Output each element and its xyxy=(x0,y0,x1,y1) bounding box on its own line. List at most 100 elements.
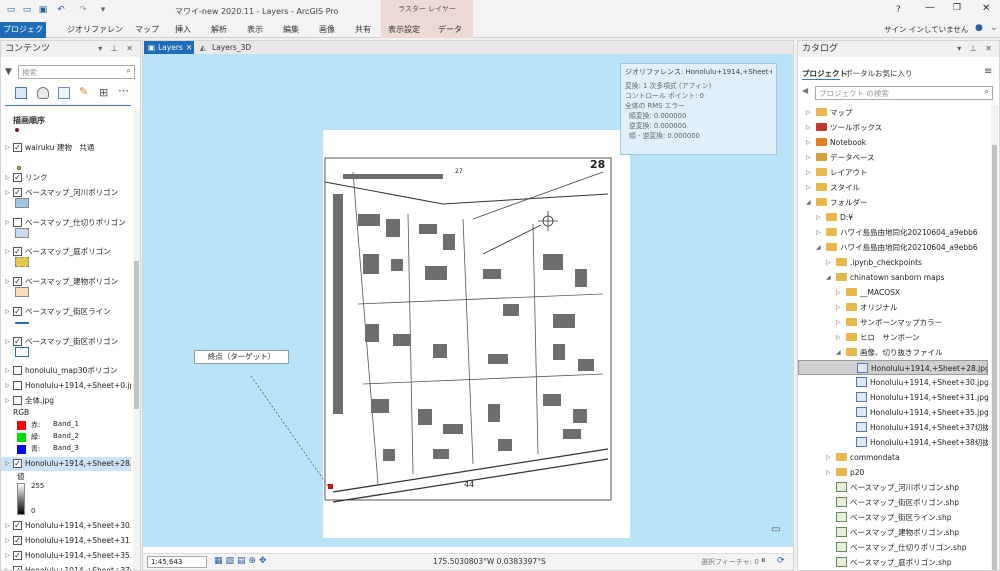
close-tab-icon[interactable]: ✕ xyxy=(186,41,192,54)
layer-visibility-checkbox[interactable] xyxy=(13,396,22,405)
catalog-scrollbar[interactable] xyxy=(991,105,998,570)
tab-imagery[interactable]: 画像 xyxy=(314,22,340,38)
layer-visibility-checkbox[interactable]: ✓ xyxy=(13,566,22,570)
expand-arrow-icon[interactable]: ▷ xyxy=(5,186,10,200)
layer-visibility-checkbox[interactable]: ✓ xyxy=(13,337,22,346)
catalog-item[interactable]: ◢ 画像、切り抜きファイル xyxy=(798,345,988,360)
layer-visibility-checkbox[interactable]: ✓ xyxy=(13,173,22,182)
catalog-search[interactable]: プロジェクト の検索 ⌕ xyxy=(815,86,993,100)
expand-arrow-icon[interactable]: ▷ xyxy=(826,450,831,465)
layer-visibility-checkbox[interactable]: ✓ xyxy=(13,307,22,316)
expand-arrow-icon[interactable]: ▷ xyxy=(5,519,10,533)
expand-arrow-icon[interactable]: ◢ xyxy=(826,270,831,285)
help-button[interactable]: ? xyxy=(896,5,901,15)
expand-arrow-icon[interactable]: ▷ xyxy=(806,150,811,165)
layer-row[interactable]: ▷ ✓ ベースマップ_街区ライン xyxy=(1,305,131,319)
layer-row[interactable]: ▷ honolulu_map30ポリゴン xyxy=(1,364,131,378)
layer-visibility-checkbox[interactable]: ✓ xyxy=(13,536,22,545)
expand-arrow-icon[interactable]: ▷ xyxy=(806,120,811,135)
layer-visibility-checkbox[interactable]: ✓ xyxy=(13,521,22,530)
minimize-button[interactable]: — xyxy=(925,2,935,13)
expand-arrow-icon[interactable]: ▷ xyxy=(816,210,821,225)
layer-row[interactable]: ▷ ✓ wairuku 建物 共通 xyxy=(1,141,131,155)
expand-arrow-icon[interactable]: ▷ xyxy=(5,379,10,393)
layer-visibility-checkbox[interactable] xyxy=(13,381,22,390)
layer-visibility-checkbox[interactable]: ✓ xyxy=(13,143,22,152)
tab-project[interactable]: プロジェクト xyxy=(0,22,46,50)
filter-icon[interactable]: ▼ xyxy=(5,67,12,77)
control-point-marker[interactable] xyxy=(328,484,333,489)
expand-arrow-icon[interactable]: ◢ xyxy=(836,345,841,360)
user-sign-in[interactable]: サイン インしていません xyxy=(884,24,968,35)
tab-share[interactable]: 共有 xyxy=(350,22,376,38)
back-icon[interactable]: ◀ xyxy=(802,86,808,95)
undo-icon[interactable]: ↶ xyxy=(56,5,66,15)
catalog-tab-portal[interactable]: ポータル xyxy=(845,68,875,79)
catalog-item[interactable]: ▷ オリジナル xyxy=(798,300,988,315)
expand-arrow-icon[interactable]: ▷ xyxy=(5,275,10,289)
expand-arrow-icon[interactable]: ▷ xyxy=(5,171,10,185)
catalog-item[interactable]: ▷ .ipynb_checkpoints xyxy=(798,255,988,270)
more-icon[interactable]: ⋯ xyxy=(118,84,129,97)
expand-arrow-icon[interactable]: ▷ xyxy=(5,364,10,378)
catalog-item[interactable]: Honolulu+1914,+Sheet+31.jpg xyxy=(798,390,988,405)
open-icon[interactable]: ▭ xyxy=(22,5,32,15)
catalog-item[interactable]: ▷ ツールボックス xyxy=(798,120,988,135)
tab-layers[interactable]: Layers ▣ ✕ xyxy=(144,41,194,54)
catalog-search-input[interactable]: プロジェクト の検索 xyxy=(819,88,889,99)
selection-icon[interactable] xyxy=(58,87,70,99)
restore-button[interactable]: ❐ xyxy=(953,3,961,13)
catalog-item[interactable]: ベースマップ_街区ライン.shp xyxy=(798,510,988,525)
tab-data[interactable]: データ xyxy=(427,22,473,38)
new-icon[interactable]: ▭ xyxy=(6,5,16,15)
layer-visibility-checkbox[interactable]: ✓ xyxy=(13,277,22,286)
editing-icon[interactable]: ✎ xyxy=(79,85,88,98)
catalog-item[interactable]: Honolulu+1914,+Sheet+28.jpg xyxy=(798,360,988,375)
menu-icon[interactable]: ≡ xyxy=(984,66,992,77)
tab-analysis[interactable]: 解析 xyxy=(206,22,232,38)
contents-scrollbar[interactable] xyxy=(133,111,140,570)
tab-map[interactable]: マップ xyxy=(134,22,160,38)
pane-controls[interactable]: ▾ ⊥ ✕ xyxy=(98,41,136,57)
catalog-item[interactable]: ベースマップ_街区ポリゴン.shp xyxy=(798,495,988,510)
scrollbar-thumb[interactable] xyxy=(134,261,139,409)
overview-icon[interactable]: ▭ xyxy=(771,524,780,535)
layer-visibility-checkbox[interactable]: ✓ xyxy=(13,551,22,560)
map-canvas[interactable]: 28 44 27 終点（ターゲット） ジオリファレンス: Honolulu+19… xyxy=(143,54,793,547)
layer-row[interactable]: ▷ Honolulu+1914,+Sheet+0.jpg xyxy=(1,379,131,393)
expand-arrow-icon[interactable]: ▷ xyxy=(836,330,841,345)
catalog-item[interactable]: ▷ スタイル xyxy=(798,180,988,195)
expand-arrow-icon[interactable]: ▷ xyxy=(5,457,10,471)
expand-arrow-icon[interactable]: ▷ xyxy=(5,245,10,259)
layer-visibility-checkbox[interactable] xyxy=(13,366,22,375)
expand-arrow-icon[interactable]: ▷ xyxy=(5,549,10,563)
expand-arrow-icon[interactable]: ▷ xyxy=(836,300,841,315)
notification-icon[interactable]: ● xyxy=(975,23,983,33)
layer-visibility-checkbox[interactable]: ✓ xyxy=(13,247,22,256)
expand-arrow-icon[interactable]: ▷ xyxy=(806,180,811,195)
close-button[interactable]: ✕ xyxy=(982,3,990,14)
expand-arrow-icon[interactable]: ▷ xyxy=(826,255,831,270)
catalog-item[interactable]: Honolulu+1914,+Sheet+30.jpg xyxy=(798,375,988,390)
catalog-item[interactable]: ベースマップ_河川ポリゴン.shp xyxy=(798,480,988,495)
catalog-item[interactable]: Honolulu+1914,+Sheet+35.jpg xyxy=(798,405,988,420)
expand-arrow-icon[interactable]: ▷ xyxy=(5,305,10,319)
catalog-item[interactable]: ▷ D:¥ xyxy=(798,210,988,225)
contents-search-input[interactable]: 検索 xyxy=(22,67,37,78)
catalog-item[interactable]: ◢ chinatown sanborn maps xyxy=(798,270,988,285)
layer-visibility-checkbox[interactable]: ✓ xyxy=(13,188,22,197)
expand-icon[interactable]: ⌄ xyxy=(990,23,998,33)
pane-controls[interactable]: ▾ ⊥ ✕ xyxy=(957,41,995,57)
redo-icon[interactable]: ↷ xyxy=(78,5,88,15)
catalog-item[interactable]: ▷ Notebook xyxy=(798,135,988,150)
layer-visibility-checkbox[interactable] xyxy=(13,218,22,227)
catalog-item[interactable]: ▷ p20 xyxy=(798,465,988,480)
expand-arrow-icon[interactable]: ▷ xyxy=(826,465,831,480)
catalog-item[interactable]: ▷ __MACOSX xyxy=(798,285,988,300)
refresh-icon[interactable]: ⟳ xyxy=(777,556,785,566)
tab-view[interactable]: 表示 xyxy=(242,22,268,38)
catalog-item[interactable]: ▷ ハワイ島島由地同化20210604_a9ebb6 xyxy=(798,225,988,240)
tab-georeference[interactable]: ジオリファレンス xyxy=(66,22,124,50)
catalog-item[interactable]: ◢ フォルダー xyxy=(798,195,988,210)
expand-arrow-icon[interactable]: ◢ xyxy=(816,240,821,255)
